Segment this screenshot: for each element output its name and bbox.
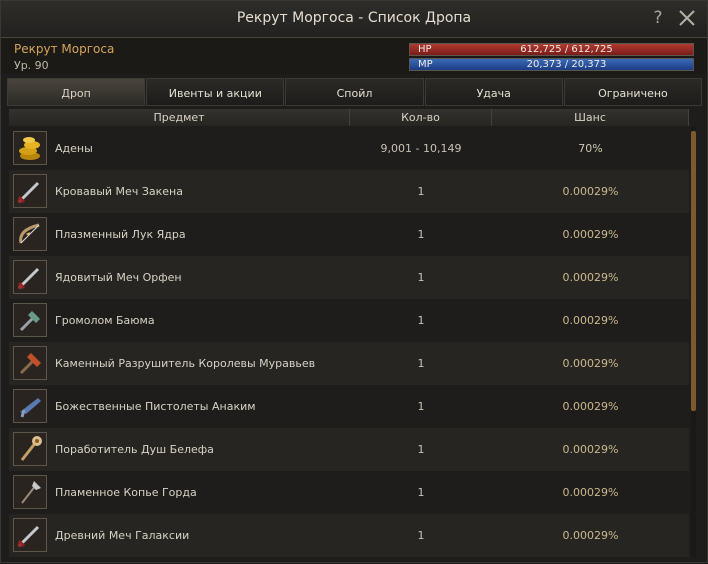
item-chance: 0.00029% bbox=[562, 228, 619, 241]
list-item[interactable]: Поработитель Душ Белефа 1 0.00029% bbox=[9, 428, 689, 471]
item-chance: 0.00029% bbox=[562, 271, 619, 284]
item-chance: 0.00029% bbox=[562, 529, 619, 542]
item-quantity: 1 bbox=[417, 185, 425, 198]
drop-list: Адены 9,001 - 10,149 70% Кровавый Меч Закен… bbox=[9, 127, 689, 564]
spear-icon[interactable] bbox=[13, 475, 47, 509]
item-name: Поработитель Душ Белефа bbox=[55, 443, 214, 456]
blunt-icon[interactable] bbox=[13, 303, 47, 337]
column-quantity[interactable]: Кол-во bbox=[350, 109, 492, 126]
hp-value: 612,725 / 612,725 bbox=[520, 44, 613, 55]
column-item[interactable]: Предмет bbox=[9, 109, 350, 126]
item-quantity: 1 bbox=[417, 486, 425, 499]
adena-coins-icon[interactable] bbox=[13, 131, 47, 165]
list-item[interactable]: Пламенное Копье Горда 1 0.00029% bbox=[9, 471, 689, 514]
close-icon bbox=[679, 10, 695, 26]
item-quantity: 1 bbox=[417, 529, 425, 542]
item-quantity: 1 bbox=[417, 228, 425, 241]
item-quantity: 1 bbox=[417, 314, 425, 327]
item-quantity: 1 bbox=[417, 400, 425, 413]
bow-icon[interactable] bbox=[13, 217, 47, 251]
column-header: Предмет Кол-во Шанс bbox=[9, 109, 689, 126]
hp-bar: HP 612,725 / 612,725 bbox=[409, 43, 694, 56]
tab-luck[interactable]: Удача bbox=[424, 78, 563, 106]
list-item[interactable]: Плазменный Лук Ядра 1 0.00029% bbox=[9, 213, 689, 256]
item-name: Громолом Баюма bbox=[55, 314, 155, 327]
npc-name: Рекрут Моргоса bbox=[14, 42, 115, 56]
item-name: Пламенное Копье Горда bbox=[55, 486, 197, 499]
list-item[interactable]: Громолом Баюма 1 0.00029% bbox=[9, 299, 689, 342]
item-quantity: 1 bbox=[417, 271, 425, 284]
mp-bar: MP 20,373 / 20,373 bbox=[409, 58, 694, 71]
sword-icon[interactable] bbox=[13, 260, 47, 294]
mp-value: 20,373 / 20,373 bbox=[526, 59, 607, 70]
item-chance: 70% bbox=[578, 142, 603, 155]
close-button[interactable] bbox=[677, 8, 697, 28]
item-chance: 0.00029% bbox=[562, 314, 619, 327]
item-quantity: 1 bbox=[417, 443, 425, 456]
scrollbar[interactable] bbox=[691, 127, 696, 558]
pistol-icon[interactable] bbox=[13, 389, 47, 423]
sword-icon[interactable] bbox=[13, 174, 47, 208]
list-item[interactable]: Кровавый Меч Закена 1 0.00029% bbox=[9, 170, 689, 213]
item-chance: 0.00029% bbox=[562, 357, 619, 370]
list-item[interactable]: Древний Меч Галаксии 1 0.00029% bbox=[9, 514, 689, 557]
item-chance: 0.00029% bbox=[562, 400, 619, 413]
staff-icon[interactable] bbox=[13, 432, 47, 466]
item-chance: 0.00029% bbox=[562, 185, 619, 198]
item-chance: 0.00029% bbox=[562, 486, 619, 499]
tab-drop[interactable]: Дроп bbox=[7, 78, 146, 106]
help-button[interactable]: ? bbox=[649, 8, 667, 28]
item-name: Плазменный Лук Ядра bbox=[55, 228, 186, 241]
item-quantity: 9,001 - 10,149 bbox=[380, 142, 462, 155]
drop-list-window: Рекрут Моргоса - Список Дропа ? Рекрут М… bbox=[0, 0, 708, 563]
item-quantity: 1 bbox=[417, 357, 425, 370]
titlebar[interactable]: Рекрут Моргоса - Список Дропа ? bbox=[1, 1, 707, 38]
window-title: Рекрут Моргоса - Список Дропа bbox=[236, 10, 472, 26]
npc-info: Рекрут Моргоса Ур. 90 HP 612,725 / 612,7… bbox=[1, 38, 707, 74]
item-chance: 0.00029% bbox=[562, 443, 619, 456]
item-name: Адены bbox=[55, 142, 93, 155]
list-item[interactable]: Адены 9,001 - 10,149 70% bbox=[9, 127, 689, 170]
list-item[interactable]: Ядовитый Меч Орфен 1 0.00029% bbox=[9, 256, 689, 299]
npc-level: Ур. 90 bbox=[14, 59, 49, 72]
scrollbar-thumb[interactable] bbox=[691, 131, 696, 411]
sword-icon[interactable] bbox=[13, 518, 47, 552]
column-chance[interactable]: Шанс bbox=[492, 109, 689, 126]
item-name: Каменный Разрушитель Королевы Муравьев bbox=[55, 357, 316, 370]
tab-bar: Дроп Ивенты и акции Спойл Удача Ограниче… bbox=[7, 78, 703, 106]
tab-spoil[interactable]: Спойл bbox=[285, 78, 424, 106]
hammer-icon[interactable] bbox=[13, 346, 47, 380]
tab-limited[interactable]: Ограничено bbox=[563, 78, 703, 106]
list-item[interactable]: Божественные Пистолеты Анаким 1 0.00029% bbox=[9, 385, 689, 428]
item-name: Древний Меч Галаксии bbox=[55, 529, 190, 542]
list-item[interactable]: Каменный Разрушитель Королевы Муравьев 1 0… bbox=[9, 342, 689, 385]
item-name: Кровавый Меч Закена bbox=[55, 185, 183, 198]
tab-events[interactable]: Ивенты и акции bbox=[146, 78, 285, 106]
item-name: Божественные Пистолеты Анаким bbox=[55, 400, 256, 413]
item-name: Ядовитый Меч Орфен bbox=[55, 271, 182, 284]
